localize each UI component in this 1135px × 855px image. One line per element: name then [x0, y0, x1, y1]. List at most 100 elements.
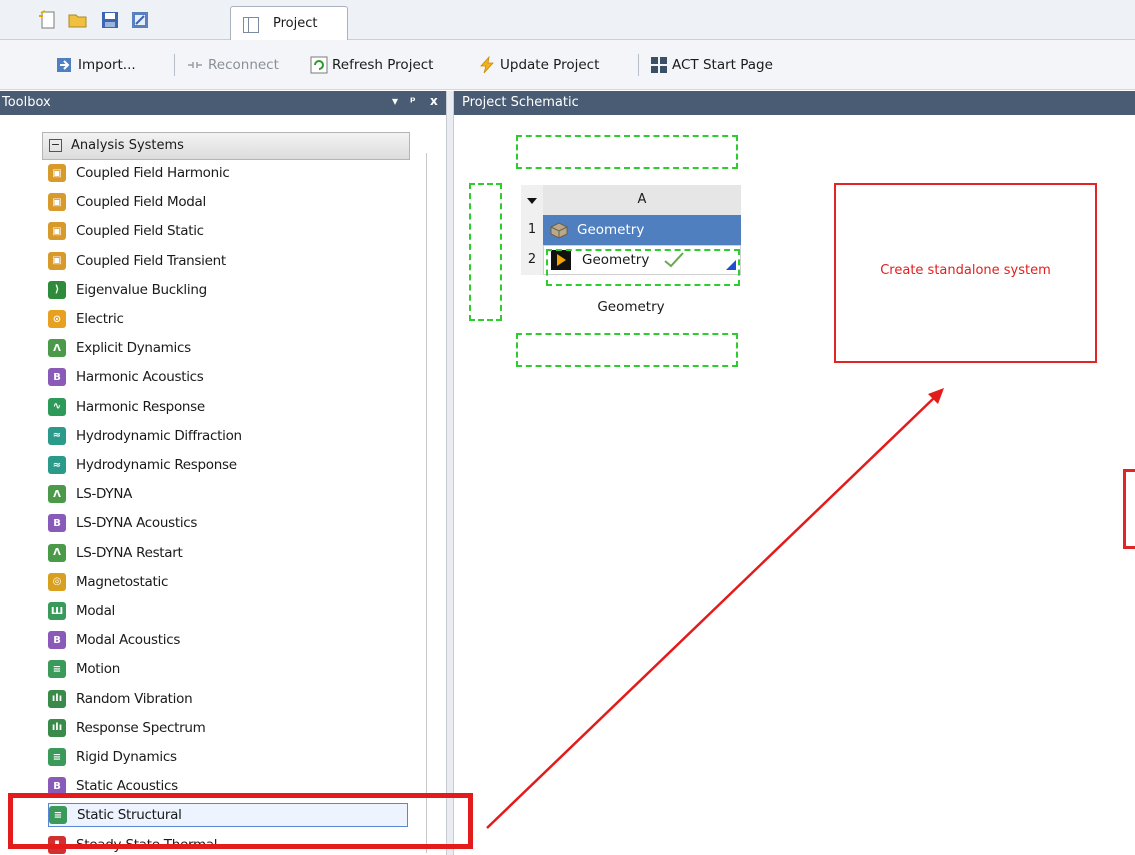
tab-project[interactable]: Project [230, 6, 348, 40]
reconnect-label: Reconnect [208, 57, 279, 73]
toolbox-item-coupled-field-harmonic[interactable]: ▣ Coupled Field Harmonic [48, 161, 408, 185]
toolbox-item-motion[interactable]: ≡ Motion [48, 657, 408, 681]
toolbox-item-harmonic-response[interactable]: ∿ Harmonic Response [48, 395, 408, 419]
drop-zone-top[interactable] [516, 135, 738, 169]
toolbox-item-modal[interactable]: Ш Modal [48, 599, 408, 623]
toolbox-item-label: Explicit Dynamics [76, 340, 191, 357]
spectrum-icon: ılı [48, 718, 66, 737]
coupled-field-icon: ▣ [48, 193, 66, 212]
import-icon [57, 58, 71, 72]
drop-zone-geometry-cell[interactable] [546, 249, 740, 286]
analysis-systems-list: ▣ Coupled Field Harmonic ▣ Coupled Field Mo… [0, 115, 430, 855]
coupled-field-icon: ▣ [48, 251, 66, 270]
act-start-page-button[interactable]: ACT Start Page [650, 53, 773, 77]
toolbox-item-label: Harmonic Acoustics [76, 369, 204, 386]
row-number: 2 [521, 245, 543, 275]
reconnect-button[interactable]: Reconnect [186, 53, 279, 77]
coupled-field-icon: ▣ [48, 164, 66, 182]
toolbox-item-electric[interactable]: ⊙ Electric [48, 307, 408, 331]
hydrodynamic-icon: ≈ [48, 456, 66, 474]
toolbox-header: Toolbox ▾ ᵖ x [0, 91, 446, 115]
schematic-header: Project Schematic [454, 91, 1135, 115]
tab-project-label: Project [273, 16, 318, 31]
toolbox-item-coupled-field-modal[interactable]: ▣ Coupled Field Modal [48, 190, 408, 214]
toolbox-item-label: Modal [76, 603, 116, 619]
toolbox-item-label: Random Vibration [76, 690, 193, 707]
toolbox-item-label: Coupled Field Static [76, 223, 204, 240]
pin-icon[interactable]: ᵖ [410, 94, 416, 108]
close-icon[interactable]: x [430, 94, 438, 108]
toolbox-item-random-vibration[interactable]: ılı Random Vibration [48, 687, 408, 711]
toolbox-item-label: LS-DYNA Acoustics [76, 515, 198, 532]
toolbox-item-harmonic-acoustics[interactable]: B Harmonic Acoustics [48, 365, 408, 389]
schematic-title: Project Schematic [462, 95, 579, 110]
toolbox-item-ls-dyna-restart[interactable]: Λ LS-DYNA Restart [48, 541, 408, 565]
toolbox-item-label: Coupled Field Transient [76, 252, 226, 269]
toolbox-item-ls-dyna[interactable]: Λ LS-DYNA [48, 482, 408, 506]
geometry-box-icon [550, 222, 568, 239]
toolbox-item-hydrodynamic-response[interactable]: ≈ Hydrodynamic Response [48, 453, 408, 477]
toolbox-panel: − Analysis Systems ▣ Coupled Field Harmon… [0, 115, 446, 855]
eigenvalue-buckling-icon: ⟩ [48, 280, 66, 299]
grid-icon [651, 57, 667, 73]
toolbox-item-label: Motion [76, 661, 120, 678]
create-standalone-system-drop-target[interactable]: Create standalone system [834, 183, 1097, 363]
toolbox-item-hydrodynamic-diffraction[interactable]: ≈ Hydrodynamic Diffraction [48, 424, 408, 448]
toolbox-item-label: Electric [76, 311, 124, 327]
lightning-icon [480, 56, 494, 74]
system-caption[interactable]: Geometry [521, 299, 741, 315]
toolbox-item-rigid-dynamics[interactable]: ≡ Rigid Dynamics [48, 745, 408, 769]
refresh-icon [310, 56, 328, 74]
harmonic-response-icon: ∿ [48, 397, 66, 416]
save-as-icon[interactable] [130, 10, 150, 30]
toolbox-item-label: Static Acoustics [76, 778, 178, 795]
open-folder-icon[interactable] [68, 10, 88, 30]
toolbar-separator [638, 54, 639, 76]
system-title-label: Geometry [577, 222, 645, 238]
toolbox-item-modal-acoustics[interactable]: B Modal Acoustics [48, 628, 408, 652]
toolbox-item-response-spectrum[interactable]: ılı Response Spectrum [48, 716, 408, 740]
system-title-cell[interactable]: Geometry [543, 215, 741, 245]
system-header-row: A [521, 185, 741, 215]
acoustics-icon: B [48, 631, 66, 650]
act-start-page-label: ACT Start Page [672, 57, 773, 73]
dropdown-icon[interactable]: ▾ [392, 94, 398, 108]
new-file-icon[interactable] [38, 10, 58, 30]
toolbox-item-label: LS-DYNA [76, 486, 133, 503]
reconnect-icon [188, 62, 202, 68]
toolbox-title: Toolbox [2, 95, 51, 110]
refresh-project-button[interactable]: Refresh Project [310, 53, 433, 77]
toolbox-item-label: Hydrodynamic Diffraction [76, 427, 242, 444]
acoustics-icon: B [48, 514, 66, 533]
system-row-geometry-title[interactable]: 1 Geometry [521, 215, 741, 245]
project-schematic-icon [243, 17, 259, 33]
toolbox-item-coupled-field-static[interactable]: ▣ Coupled Field Static [48, 219, 408, 243]
import-label: Import... [78, 57, 136, 73]
acoustics-icon: B [48, 368, 66, 387]
row-number: 1 [521, 215, 543, 245]
electric-icon: ⊙ [48, 310, 66, 328]
toolbox-item-ls-dyna-acoustics[interactable]: B LS-DYNA Acoustics [48, 511, 408, 535]
system-menu-arrow[interactable] [521, 185, 543, 215]
update-project-button[interactable]: Update Project [478, 53, 599, 77]
import-button[interactable]: Import... [56, 53, 136, 77]
toolbox-item-label: Eigenvalue Buckling [76, 281, 207, 298]
toolbox-item-explicit-dynamics[interactable]: Λ Explicit Dynamics [48, 336, 408, 360]
ls-dyna-icon: Λ [48, 543, 66, 562]
drop-zone-bottom[interactable] [516, 333, 738, 367]
magnetostatic-icon: ◎ [48, 572, 66, 591]
system-column-header: A [543, 185, 741, 215]
partial-highlight-box [1123, 469, 1135, 549]
toolbox-item-eigenvalue-buckling[interactable]: ⟩ Eigenvalue Buckling [48, 278, 408, 302]
panel-splitter[interactable] [446, 91, 454, 855]
motion-icon: ≡ [48, 660, 66, 679]
toolbox-item-label: Hydrodynamic Response [76, 457, 237, 473]
toolbox-item-magnetostatic[interactable]: ◎ Magnetostatic [48, 570, 408, 594]
ls-dyna-icon: Λ [48, 485, 66, 504]
toolbox-item-label: Rigid Dynamics [76, 749, 177, 765]
drop-zone-left[interactable] [469, 183, 502, 321]
toolbox-item-coupled-field-transient[interactable]: ▣ Coupled Field Transient [48, 249, 408, 273]
toolbar-separator [174, 54, 175, 76]
save-icon[interactable] [100, 10, 120, 30]
create-standalone-label: Create standalone system [880, 263, 1051, 278]
